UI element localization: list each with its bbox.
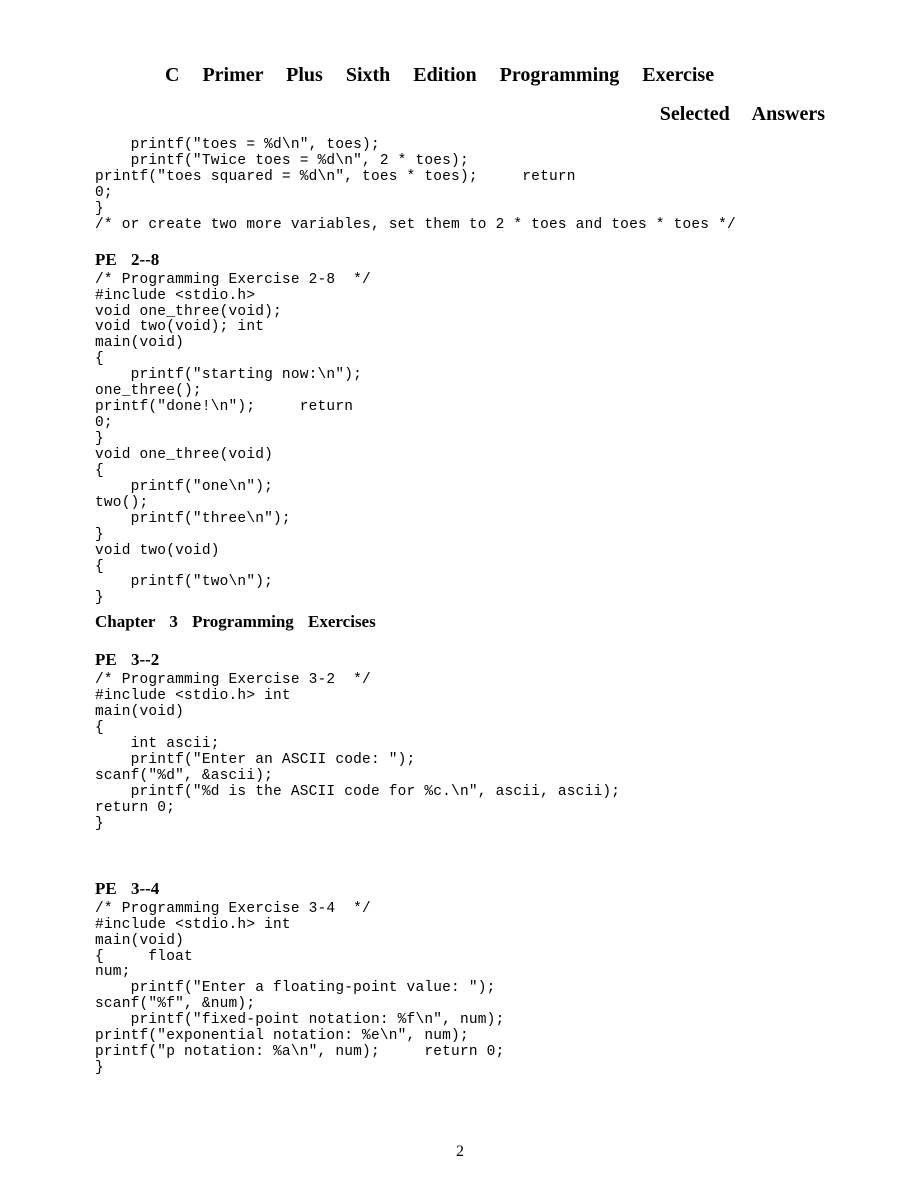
document-title-line2: Selected Answers [95, 99, 825, 130]
document-title-line1: C Primer Plus Sixth Edition Programming … [95, 60, 825, 91]
code-2-8: /* Programming Exercise 2-8 */ #include … [95, 273, 825, 608]
pe-3-4-heading: PE 3-‐4 [95, 879, 825, 899]
chapter-3-heading: Chapter 3 Programming Exercises [95, 612, 825, 632]
code-intro: printf("toes = %d\n", toes); printf("Twi… [95, 138, 825, 234]
code-3-2: /* Programming Exercise 3-2 */ #include … [95, 673, 825, 832]
pe-2-8-heading: PE 2-‐8 [95, 250, 825, 270]
spacer [95, 835, 825, 863]
code-3-4: /* Programming Exercise 3-4 */ #include … [95, 902, 825, 1077]
pe-3-2-heading: PE 3-‐2 [95, 650, 825, 670]
page-number: 2 [0, 1143, 920, 1161]
